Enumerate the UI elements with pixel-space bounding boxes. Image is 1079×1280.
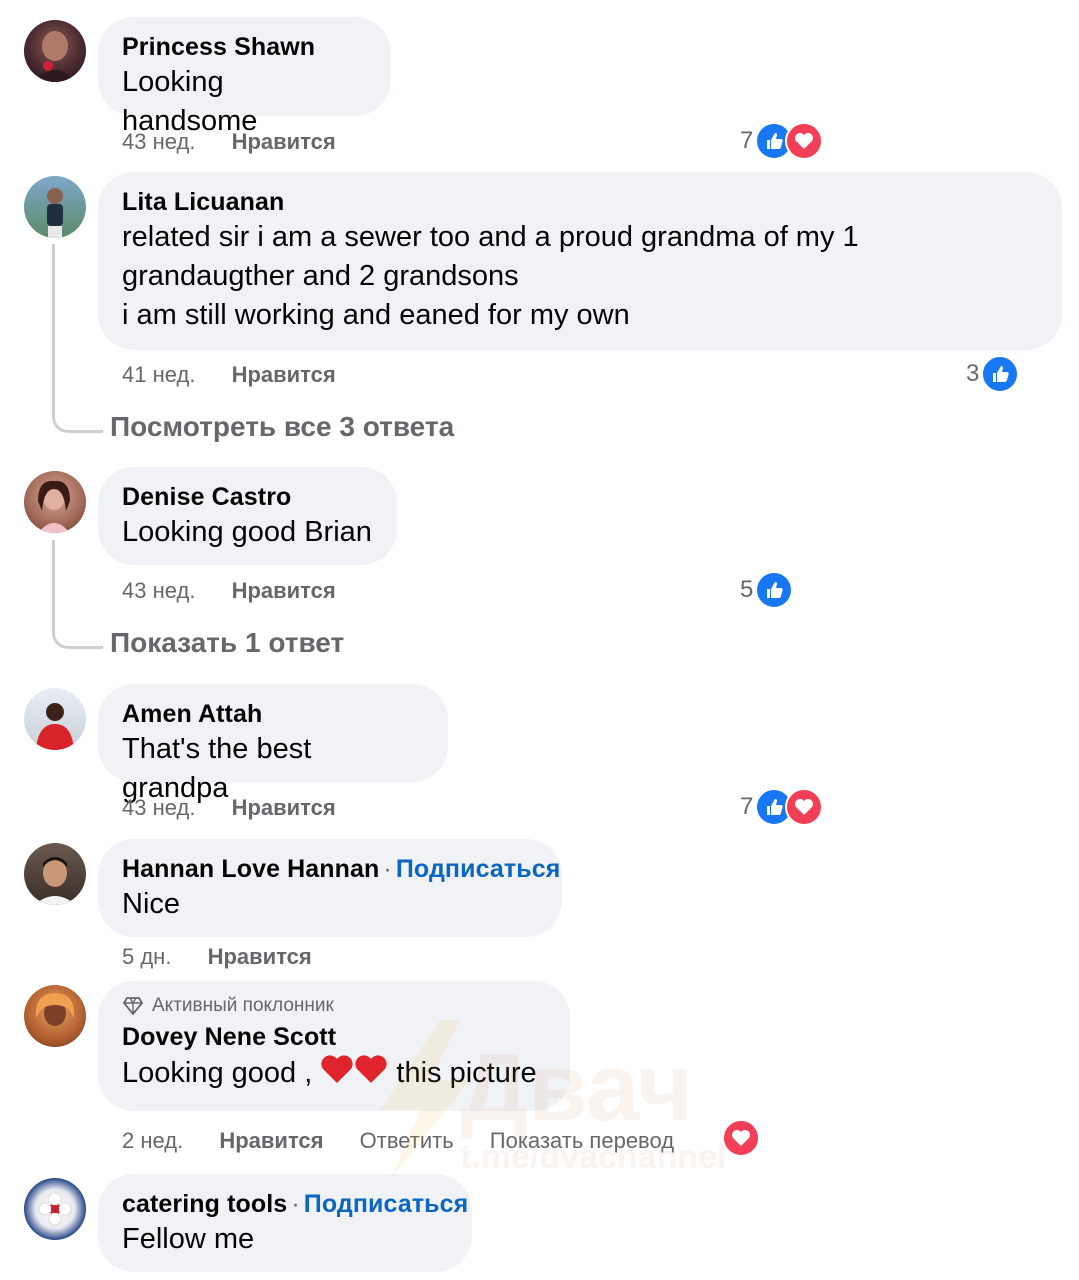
fan-badge: Активный поклонник bbox=[122, 995, 546, 1017]
avatar[interactable] bbox=[24, 176, 86, 238]
comment-author[interactable]: Denise Castro bbox=[122, 481, 373, 513]
avatar[interactable] bbox=[24, 843, 86, 905]
comment-author[interactable]: Hannan Love Hannan bbox=[122, 855, 379, 883]
heart-emoji-icon bbox=[320, 1053, 388, 1096]
comment-bubble: Активный поклонник Dovey Nene Scott Look… bbox=[98, 981, 570, 1111]
avatar-image bbox=[38, 1192, 72, 1226]
comment-meta: 41 нед. Нравится bbox=[122, 361, 366, 389]
comment-author[interactable]: Lita Licuanan bbox=[122, 186, 1038, 218]
comment-time[interactable]: 5 дн. bbox=[122, 944, 171, 969]
like-reaction-icon bbox=[755, 571, 794, 609]
comment-bubble: Hannan Love Hannan · Подписаться Nice bbox=[98, 839, 562, 937]
reactions[interactable]: 7 bbox=[740, 122, 824, 160]
avatar[interactable] bbox=[24, 1178, 86, 1240]
comment-bubble: catering tools · Подписаться Fellow me bbox=[98, 1174, 472, 1272]
comment-author-row: Hannan Love Hannan · Подписаться bbox=[122, 855, 561, 883]
comment-bubble: Denise Castro Looking good Brian bbox=[98, 467, 397, 565]
reaction-count: 7 bbox=[740, 127, 754, 154]
comment-author[interactable]: catering tools bbox=[122, 1190, 287, 1218]
comment-author[interactable]: Princess Shawn bbox=[122, 31, 367, 63]
like-button[interactable]: Нравится bbox=[219, 1128, 323, 1153]
avatar[interactable] bbox=[24, 688, 86, 750]
comment-text: Looking good Brian bbox=[122, 516, 372, 548]
comment-bubble: Amen Attah That's the best grandpa bbox=[98, 684, 448, 804]
avatar[interactable] bbox=[24, 471, 86, 533]
avatar-image bbox=[34, 31, 76, 82]
comment-meta: 5 дн. Нравится bbox=[122, 943, 342, 971]
comment-text: Looking good , this picture bbox=[122, 1053, 546, 1096]
avatar-image bbox=[47, 188, 63, 238]
follow-button[interactable]: Подписаться bbox=[304, 1190, 469, 1218]
avatar-image bbox=[36, 703, 74, 750]
reaction-count: 5 bbox=[740, 576, 754, 603]
like-button[interactable]: Нравится bbox=[232, 129, 336, 154]
comment-meta: 43 нед. Нравится bbox=[122, 128, 366, 156]
comment-text-start: Looking good , bbox=[122, 1057, 313, 1090]
comment-bubble: Lita Licuanan related sir i am a sewer t… bbox=[98, 172, 1062, 350]
thread-line bbox=[52, 244, 103, 433]
love-reaction-icon bbox=[785, 788, 824, 826]
like-reaction-icon bbox=[981, 355, 1020, 393]
reactions[interactable]: 3 bbox=[966, 355, 1020, 393]
comment-text: related sir i am a sewer too and a proud… bbox=[122, 221, 859, 331]
thread-line bbox=[52, 540, 103, 649]
comment-time[interactable]: 41 нед. bbox=[122, 362, 195, 387]
avatar[interactable] bbox=[24, 985, 86, 1047]
comment-meta: 2 нед. Нравится Ответить Показать перево… bbox=[122, 1127, 704, 1155]
reaction-count: 3 bbox=[966, 360, 980, 387]
reply-button[interactable]: Ответить bbox=[360, 1128, 454, 1153]
reactions[interactable]: 5 bbox=[740, 571, 794, 609]
comment-author[interactable]: Dovey Nene Scott bbox=[122, 1021, 546, 1053]
like-button[interactable]: Нравится bbox=[208, 944, 312, 969]
like-button[interactable]: Нравится bbox=[232, 362, 336, 387]
reactions[interactable]: 7 bbox=[740, 788, 824, 826]
comment-text-end: this picture bbox=[396, 1057, 537, 1090]
show-translation-button[interactable]: Показать перевод bbox=[490, 1128, 674, 1153]
comment-meta: 43 нед. Нравится bbox=[122, 794, 366, 822]
comment-meta: 43 нед. Нравится bbox=[122, 577, 366, 605]
love-reaction-icon bbox=[785, 122, 824, 160]
avatar-image bbox=[38, 480, 70, 533]
comment-text: Fellow me bbox=[122, 1223, 255, 1255]
love-reaction-icon bbox=[722, 1119, 760, 1157]
view-replies-link[interactable]: Посмотреть все 3 ответа bbox=[110, 411, 454, 443]
avatar-image bbox=[34, 857, 76, 905]
comment-time[interactable]: 2 нед. bbox=[122, 1128, 183, 1153]
comment-bubble: Princess Shawn Looking handsome bbox=[98, 17, 391, 137]
comment-time[interactable]: 43 нед. bbox=[122, 578, 195, 603]
comment-text: Nice bbox=[122, 888, 181, 920]
comment-time[interactable]: 43 нед. bbox=[122, 795, 195, 820]
comment-time[interactable]: 43 нед. bbox=[122, 129, 195, 154]
avatar[interactable] bbox=[24, 20, 86, 82]
like-button[interactable]: Нравится bbox=[232, 578, 336, 603]
reactions[interactable] bbox=[722, 1119, 760, 1157]
comment-author-row: catering tools · Подписаться bbox=[122, 1190, 469, 1218]
like-button[interactable]: Нравится bbox=[232, 795, 336, 820]
diamond-icon bbox=[122, 997, 144, 1016]
comment-author[interactable]: Amen Attah bbox=[122, 698, 424, 730]
avatar-image bbox=[35, 993, 75, 1026]
fan-badge-label: Активный поклонник bbox=[152, 995, 334, 1016]
follow-button[interactable]: Подписаться bbox=[396, 855, 561, 883]
reaction-count: 7 bbox=[740, 793, 754, 820]
view-replies-link[interactable]: Показать 1 ответ bbox=[110, 627, 344, 659]
